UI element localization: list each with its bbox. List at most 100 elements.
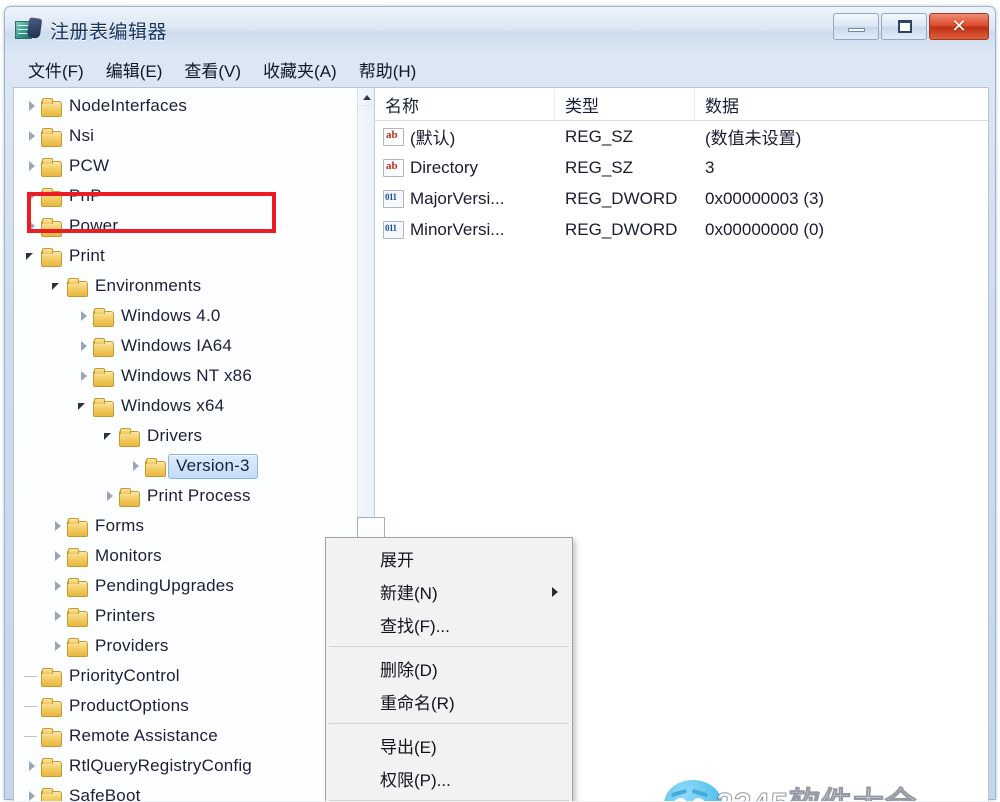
- value-type-cell: REG_SZ: [565, 126, 634, 146]
- context-menu-item[interactable]: 展开: [326, 542, 572, 575]
- title-bar[interactable]: 注册表编辑器 ✕: [5, 7, 995, 53]
- tree-item[interactable]: Print Process: [14, 481, 358, 511]
- folder-icon: [40, 697, 62, 717]
- tree-item[interactable]: PriorityControl: [14, 661, 358, 691]
- context-menu-item-label: 删除(D): [380, 661, 438, 680]
- expand-triangle-icon[interactable]: [50, 608, 66, 624]
- folder-icon: [40, 127, 62, 147]
- value-row[interactable]: Directory REG_SZ 3: [375, 152, 988, 183]
- tree-item-label: Version-3: [168, 453, 258, 479]
- expand-triangle-icon[interactable]: [24, 188, 40, 204]
- regedit-icon: [15, 17, 43, 42]
- collapse-triangle-icon[interactable]: [76, 398, 92, 414]
- value-row[interactable]: MajorVersi... REG_DWORD 0x00000003 (3): [375, 183, 988, 214]
- tree-line-icon: [24, 728, 40, 744]
- tree-item[interactable]: Power: [14, 211, 358, 241]
- menu-anchor-stub: [357, 517, 385, 539]
- column-header-type[interactable]: 类型: [555, 88, 695, 120]
- tree-item[interactable]: Drivers: [14, 421, 358, 451]
- tree-item[interactable]: Print: [14, 241, 358, 271]
- expand-triangle-icon[interactable]: [50, 518, 66, 534]
- folder-icon: [92, 367, 114, 387]
- tree-item[interactable]: NodeInterfaces: [14, 91, 358, 121]
- string-value-icon: [383, 127, 404, 146]
- tree-item[interactable]: RtlQueryRegistryConfig: [14, 751, 358, 781]
- expand-triangle-icon[interactable]: [76, 308, 92, 324]
- folder-icon: [40, 727, 62, 747]
- tree-item[interactable]: PendingUpgrades: [14, 571, 358, 601]
- tree-item[interactable]: Windows 4.0: [14, 301, 358, 331]
- minimize-button[interactable]: [833, 13, 879, 40]
- dword-value-icon: [383, 220, 404, 239]
- menu-view[interactable]: 查看(V): [173, 54, 252, 85]
- tree-item-label: Windows 4.0: [121, 306, 221, 325]
- expand-triangle-icon[interactable]: [24, 218, 40, 234]
- tree-item[interactable]: Forms: [14, 511, 358, 541]
- tree-item-label: NodeInterfaces: [69, 96, 188, 115]
- tree-item[interactable]: PnP: [14, 181, 358, 211]
- context-menu-item[interactable]: 删除(D): [326, 652, 572, 685]
- folder-icon: [118, 487, 140, 507]
- menu-edit[interactable]: 编辑(E): [95, 54, 174, 85]
- client-area: NodeInterfaces Nsi PCW PnP Power Print Environ…: [13, 87, 989, 801]
- tree-item-label: Monitors: [95, 546, 162, 565]
- scroll-up-arrow-icon[interactable]: [358, 88, 374, 106]
- folder-icon: [40, 157, 62, 177]
- expand-triangle-icon[interactable]: [76, 338, 92, 354]
- context-menu-item-label: 重命名(R): [380, 694, 455, 713]
- maximize-button[interactable]: [881, 13, 927, 40]
- tree-item[interactable]: Windows IA64: [14, 331, 358, 361]
- value-name-cell: MinorVersi...: [375, 220, 555, 240]
- value-data-cell: 3: [705, 157, 715, 177]
- column-header-data[interactable]: 数据: [695, 88, 988, 120]
- collapse-triangle-icon[interactable]: [102, 428, 118, 444]
- context-menu[interactable]: 展开新建(N)查找(F)...删除(D)重命名(R)导出(E)权限(P)...复…: [325, 537, 573, 801]
- menu-favorites[interactable]: 收藏夹(A): [252, 54, 348, 85]
- tree-item[interactable]: Windows NT x86: [14, 361, 358, 391]
- expand-triangle-icon[interactable]: [24, 158, 40, 174]
- expand-triangle-icon[interactable]: [76, 368, 92, 384]
- menu-bar: 文件(F) 编辑(E) 查看(V) 收藏夹(A) 帮助(H): [5, 53, 995, 85]
- tree-item[interactable]: ProductOptions: [14, 691, 358, 721]
- menu-file[interactable]: 文件(F): [17, 54, 95, 85]
- tree-item[interactable]: Nsi: [14, 121, 358, 151]
- collapse-triangle-icon[interactable]: [50, 278, 66, 294]
- registry-tree-pane[interactable]: NodeInterfaces Nsi PCW PnP Power Print Environ…: [14, 88, 375, 801]
- menu-help[interactable]: 帮助(H): [348, 54, 428, 85]
- tree-item[interactable]: Environments: [14, 271, 358, 301]
- expand-triangle-icon[interactable]: [50, 548, 66, 564]
- context-menu-item[interactable]: 查找(F)...: [326, 608, 572, 641]
- folder-icon: [144, 457, 166, 477]
- column-header-name[interactable]: 名称: [375, 88, 555, 120]
- expand-triangle-icon[interactable]: [24, 128, 40, 144]
- folder-icon: [66, 577, 88, 597]
- expand-triangle-icon[interactable]: [102, 488, 118, 504]
- context-menu-item[interactable]: 权限(P)...: [326, 762, 572, 795]
- value-row[interactable]: (默认) REG_SZ (数值未设置): [375, 121, 988, 152]
- context-menu-item[interactable]: 导出(E): [326, 729, 572, 762]
- context-menu-item[interactable]: 新建(N): [326, 575, 572, 608]
- expand-triangle-icon[interactable]: [50, 638, 66, 654]
- tree-item[interactable]: Providers: [14, 631, 358, 661]
- folder-icon: [40, 217, 62, 237]
- tree-item[interactable]: Monitors: [14, 541, 358, 571]
- close-button[interactable]: ✕: [929, 13, 989, 40]
- value-type-cell: REG_DWORD: [565, 188, 678, 208]
- tree-item[interactable]: Printers: [14, 601, 358, 631]
- folder-icon: [92, 307, 114, 327]
- collapse-triangle-icon[interactable]: [24, 248, 40, 264]
- value-row[interactable]: MinorVersi... REG_DWORD 0x00000000 (0): [375, 214, 988, 245]
- tree-item[interactable]: SafeBoot: [14, 781, 358, 801]
- tree-item[interactable]: Version-3: [14, 451, 358, 481]
- tree-item[interactable]: Windows x64: [14, 391, 358, 421]
- tree-item[interactable]: Remote Assistance: [14, 721, 358, 751]
- expand-triangle-icon[interactable]: [24, 788, 40, 801]
- folder-icon: [66, 277, 88, 297]
- expand-triangle-icon[interactable]: [24, 98, 40, 114]
- expand-triangle-icon[interactable]: [24, 758, 40, 774]
- folder-icon: [40, 757, 62, 777]
- tree-item[interactable]: PCW: [14, 151, 358, 181]
- context-menu-item[interactable]: 重命名(R): [326, 685, 572, 718]
- expand-triangle-icon[interactable]: [50, 578, 66, 594]
- expand-triangle-icon[interactable]: [128, 458, 144, 474]
